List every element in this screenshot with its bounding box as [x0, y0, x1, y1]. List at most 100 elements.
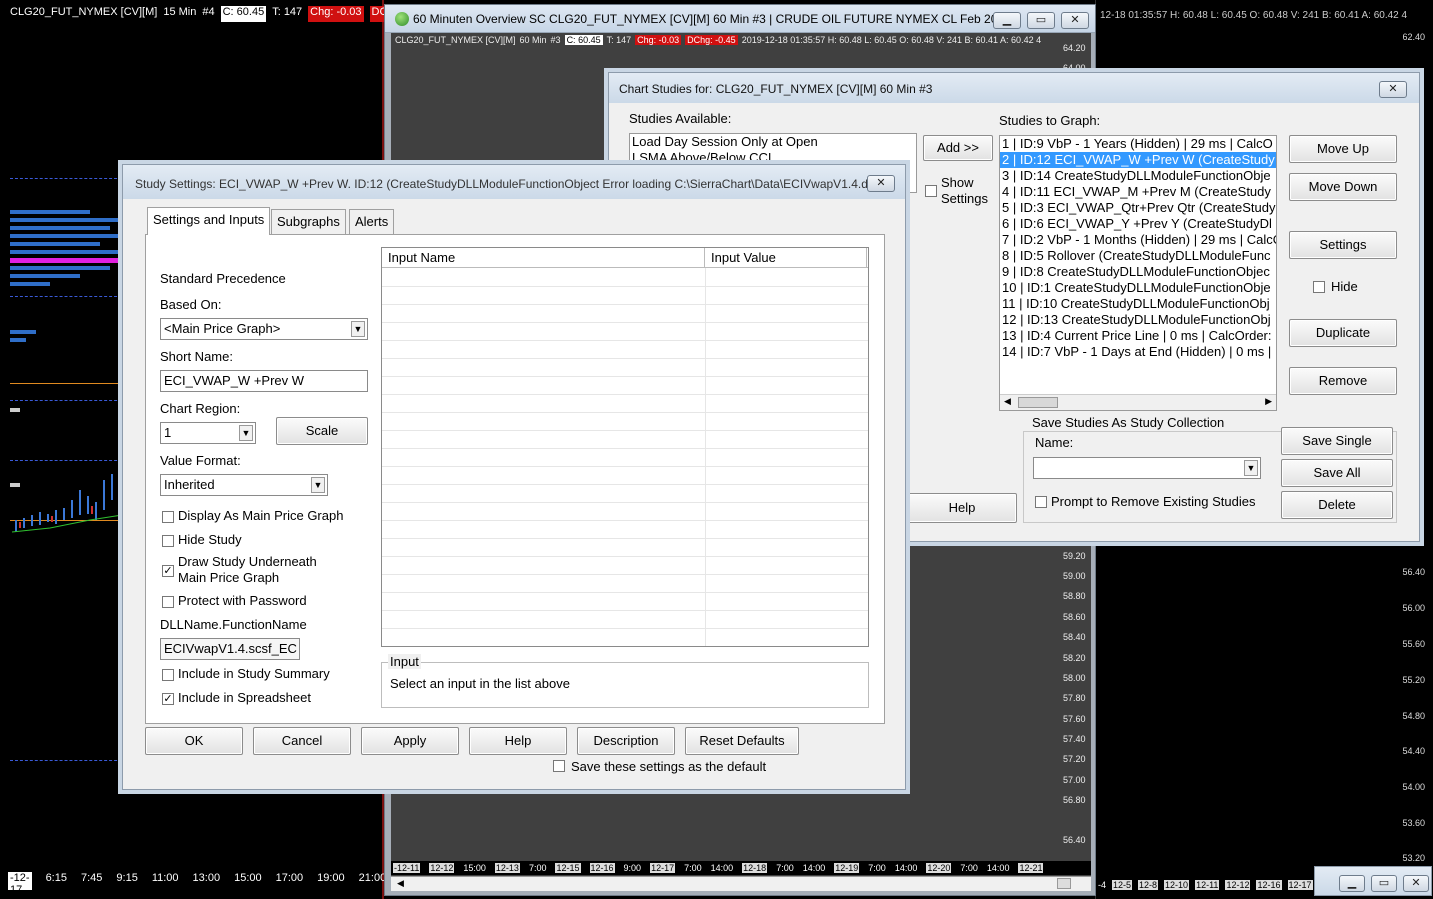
studies-to-graph-label: Studies to Graph:	[999, 113, 1101, 128]
column-header-input-value[interactable]: Input Value	[705, 248, 867, 267]
description-button[interactable]: Description	[577, 727, 675, 755]
minimize-button[interactable]: ▁	[1339, 875, 1365, 892]
list-item[interactable]: 5 | ID:3 ECI_VWAP_Qtr+Prev Qtr (CreateSt…	[1000, 200, 1276, 216]
price-label: 58.40	[1063, 632, 1086, 642]
chart-symbol: CLG20_FUT_NYMEX [CV][M]	[10, 6, 158, 18]
list-item[interactable]: 11 | ID:10 CreateStudyDLLModuleFunctionO…	[1000, 296, 1276, 312]
chevron-down-icon[interactable]: ▼	[311, 477, 325, 493]
minimized-window[interactable]: ▁ ▭ ✕	[1314, 866, 1432, 896]
scroll-right-arrow-icon[interactable]: ▶	[1265, 396, 1272, 407]
maximize-button[interactable]: ▭	[1027, 12, 1055, 29]
save-default-checkbox[interactable]	[553, 760, 565, 772]
save-all-button[interactable]: Save All	[1281, 459, 1393, 487]
chart-region-select[interactable]: 1 ▼	[160, 422, 256, 444]
duplicate-button[interactable]: Duplicate	[1289, 319, 1397, 347]
price-label: 56.40	[1402, 567, 1425, 577]
show-settings-checkbox[interactable]	[925, 185, 937, 197]
list-item[interactable]: Load Day Session Only at Open	[630, 134, 916, 150]
tab-subgraphs[interactable]: Subgraphs	[271, 209, 346, 235]
display-main-checkbox[interactable]	[162, 511, 174, 523]
dialog-title: Chart Studies for: CLG20_FUT_NYMEX [CV][…	[619, 82, 933, 96]
study-settings-titlebar[interactable]: Study Settings: ECI_VWAP_W +Prev W. ID:1…	[123, 165, 905, 199]
overview-titlebar[interactable]: 60 Minuten Overview SC CLG20_FUT_NYMEX […	[385, 5, 1095, 33]
close-button[interactable]: ✕	[1379, 81, 1407, 98]
close-button[interactable]: ✕	[1061, 12, 1089, 29]
short-name-input[interactable]: ECI_VWAP_W +Prev W	[160, 370, 368, 392]
save-single-button[interactable]: Save Single	[1281, 427, 1393, 455]
list-item[interactable]: 13 | ID:4 Current Price Line | 0 ms | Ca…	[1000, 328, 1276, 344]
display-main-label: Display As Main Price Graph	[178, 508, 344, 523]
close-button[interactable]: ✕	[1403, 875, 1429, 892]
collection-name-combo[interactable]: ▼	[1033, 457, 1261, 479]
list-item[interactable]: 8 | ID:5 Rollover (CreateStudyDLLModuleF…	[1000, 248, 1276, 264]
left-time-axis: -12-17 6:15 7:45 9:15 11:00 13:00 15:00 …	[8, 872, 387, 896]
dll-name-input[interactable]: ECIVwapV1.4.scsf_EC	[160, 638, 300, 660]
chevron-down-icon[interactable]: ▼	[1244, 460, 1258, 476]
list-item[interactable]: 14 | ID:7 VbP - 1 Days at End (Hidden) |…	[1000, 344, 1276, 360]
list-item[interactable]: 7 | ID:2 VbP - 1 Months (Hidden) | 29 ms…	[1000, 232, 1276, 248]
price-label: 58.60	[1063, 612, 1086, 622]
price-label: 54.80	[1402, 711, 1425, 721]
list-item[interactable]: 3 | ID:14 CreateStudyDLLModuleFunctionOb…	[1000, 168, 1276, 184]
price-label: 56.80	[1063, 795, 1086, 805]
hide-checkbox[interactable]	[1313, 281, 1325, 293]
protect-password-checkbox[interactable]	[162, 596, 174, 608]
chart-studies-titlebar[interactable]: Chart Studies for: CLG20_FUT_NYMEX [CV][…	[609, 73, 1419, 103]
apply-button[interactable]: Apply	[361, 727, 459, 755]
list-item[interactable]: 4 | ID:11 ECI_VWAP_M +Prev M (CreateStud…	[1000, 184, 1276, 200]
move-down-button[interactable]: Move Down	[1289, 173, 1397, 201]
include-summary-checkbox[interactable]	[162, 669, 174, 681]
horizontal-scrollbar[interactable]: ◀ ▶	[1000, 394, 1276, 410]
move-up-button[interactable]: Move Up	[1289, 135, 1397, 163]
list-item[interactable]: 9 | ID:8 CreateStudyDLLModuleFunctionObj…	[1000, 264, 1276, 280]
chevron-down-icon[interactable]: ▼	[351, 321, 365, 337]
based-on-select[interactable]: <Main Price Graph> ▼	[160, 318, 368, 340]
list-item-selected[interactable]: 2 | ID:12 ECI_VWAP_W +Prev W (CreateStud…	[1000, 152, 1276, 168]
save-group-label: Save Studies As Study Collection	[1029, 415, 1228, 430]
price-label: 62.40	[1402, 32, 1425, 42]
list-item[interactable]: 6 | ID:6 ECI_VWAP_Y +Prev Y (CreateStudy…	[1000, 216, 1276, 232]
list-item[interactable]: 1 | ID:9 VbP - 1 Years (Hidden) | 29 ms …	[1000, 136, 1276, 152]
delete-button[interactable]: Delete	[1281, 491, 1393, 519]
include-spreadsheet-checkbox[interactable]: ✓	[162, 693, 174, 705]
ok-button[interactable]: OK	[145, 727, 243, 755]
value-format-label: Value Format:	[160, 453, 241, 468]
protect-password-label: Protect with Password	[178, 593, 307, 608]
price-label: 64.20	[1063, 43, 1086, 53]
add-button[interactable]: Add >>	[923, 135, 993, 161]
price-label: 59.20	[1063, 551, 1086, 561]
help-button[interactable]: Help	[907, 493, 1017, 523]
draw-underneath-checkbox[interactable]: ✓	[162, 565, 174, 577]
scroll-left-arrow-icon[interactable]: ◀	[397, 878, 404, 889]
list-item[interactable]: 12 | ID:13 CreateStudyDLLModuleFunctionO…	[1000, 312, 1276, 328]
price-label: 55.20	[1402, 675, 1425, 685]
scale-button[interactable]: Scale	[276, 417, 368, 445]
column-header-input-name[interactable]: Input Name	[382, 248, 705, 267]
list-item[interactable]: 10 | ID:1 CreateStudyDLLModuleFunctionOb…	[1000, 280, 1276, 296]
tab-settings-and-inputs[interactable]: Settings and Inputs	[147, 207, 271, 235]
input-grid[interactable]: Input Name Input Value	[381, 247, 869, 647]
cancel-button[interactable]: Cancel	[253, 727, 351, 755]
value-format-select[interactable]: Inherited ▼	[160, 474, 328, 496]
overview-scrollbar[interactable]: ◀	[391, 876, 1091, 891]
settings-button[interactable]: Settings	[1289, 231, 1397, 259]
maximize-button[interactable]: ▭	[1371, 875, 1397, 892]
studies-to-graph-list[interactable]: 1 | ID:9 VbP - 1 Years (Hidden) | 29 ms …	[999, 135, 1277, 411]
price-label: 53.20	[1402, 853, 1425, 863]
grid-header: Input Name Input Value	[382, 248, 868, 268]
study-settings-dialog[interactable]: Study Settings: ECI_VWAP_W +Prev W. ID:1…	[122, 164, 906, 790]
minimize-button[interactable]: ▁	[993, 12, 1021, 29]
chevron-down-icon[interactable]: ▼	[239, 425, 253, 441]
prompt-remove-checkbox[interactable]	[1035, 496, 1047, 508]
dialog-title: Study Settings: ECI_VWAP_W +Prev W. ID:1…	[135, 177, 890, 191]
close-button[interactable]: ✕	[867, 175, 895, 192]
remove-button[interactable]: Remove	[1289, 367, 1397, 395]
reset-defaults-button[interactable]: Reset Defaults	[685, 727, 799, 755]
tab-alerts[interactable]: Alerts	[349, 209, 395, 235]
help-button[interactable]: Help	[469, 727, 567, 755]
scroll-left-arrow-icon[interactable]: ◀	[1004, 396, 1011, 407]
scroll-thumb[interactable]	[1057, 878, 1071, 889]
scroll-thumb[interactable]	[1018, 397, 1058, 408]
hide-study-checkbox[interactable]	[162, 535, 174, 547]
price-label: 58.00	[1063, 673, 1086, 683]
